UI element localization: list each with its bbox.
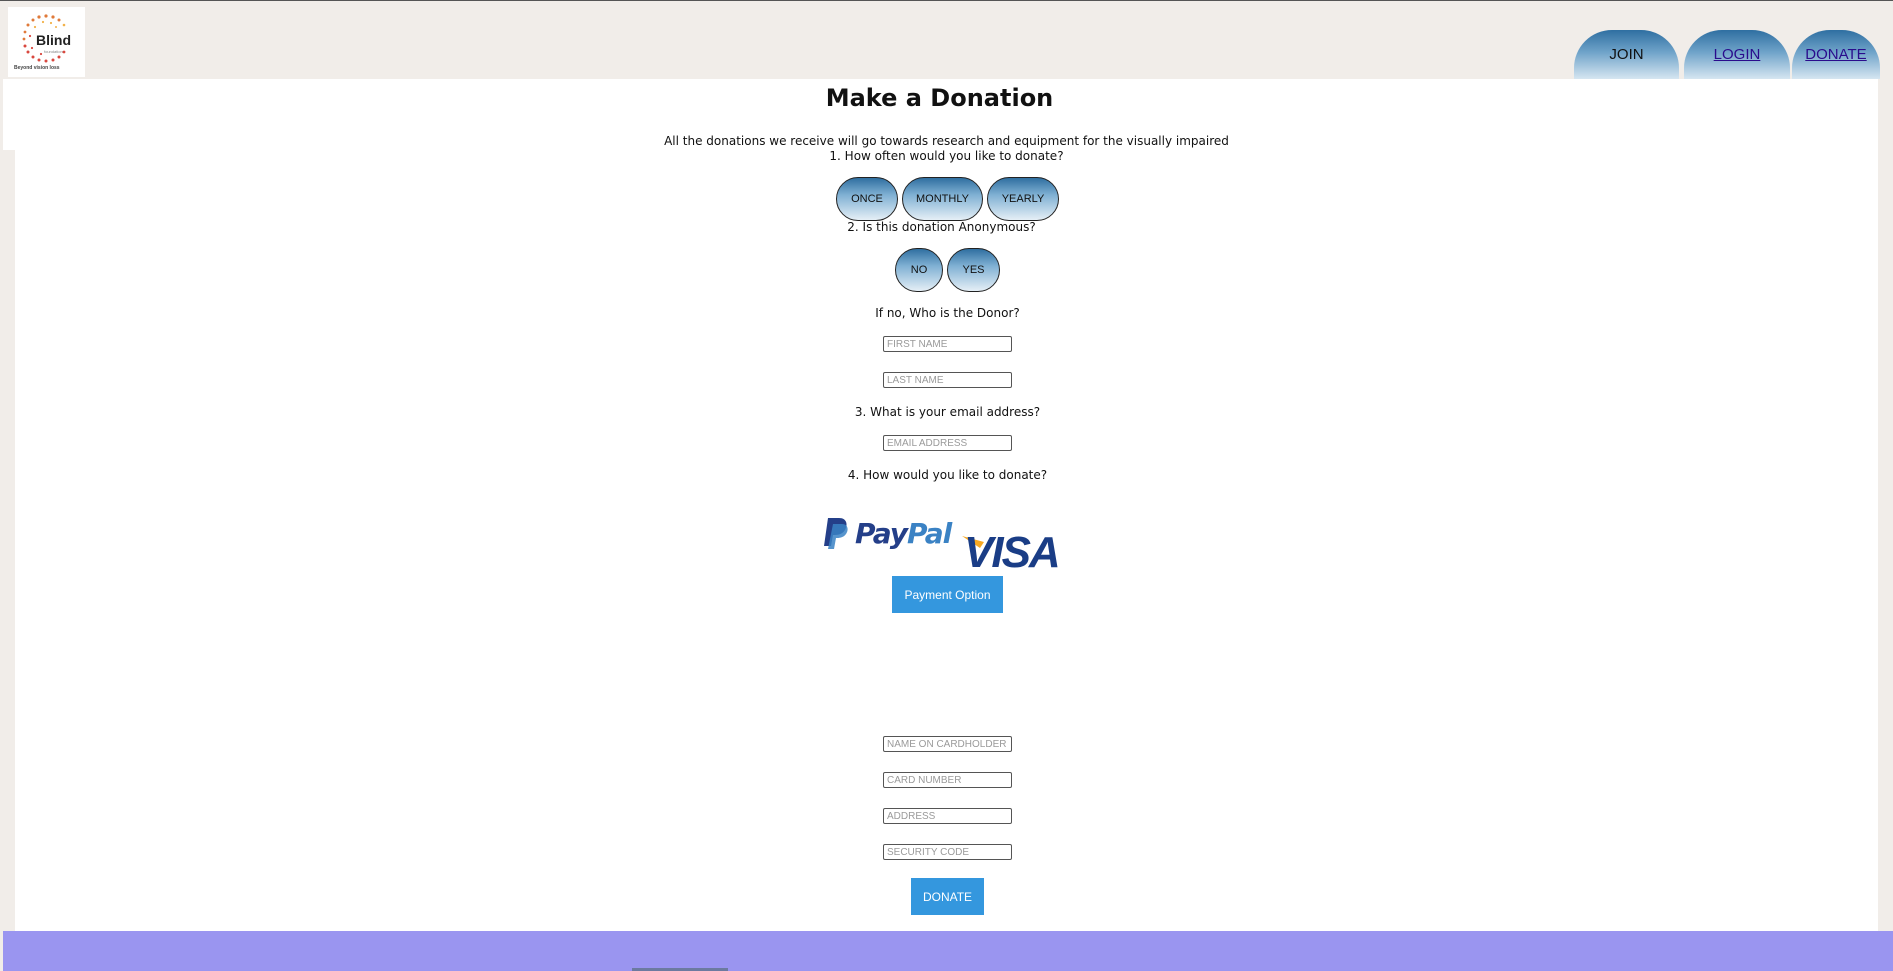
- top-border: [0, 0, 1893, 1]
- address-field[interactable]: [883, 808, 1012, 824]
- logo-tagline: Beyond vision loss: [14, 65, 60, 71]
- footer-bar: [3, 931, 1893, 971]
- paypal-pay: Pay: [855, 517, 908, 550]
- frequency-monthly-button[interactable]: MONTHLY: [902, 177, 983, 221]
- payment-logos[interactable]: PayPal VISA: [820, 512, 1075, 577]
- intro-text: All the donations we receive will go tow…: [664, 134, 1229, 148]
- security-code-field[interactable]: [883, 844, 1012, 860]
- nav-tab-login[interactable]: LOGIN: [1684, 30, 1790, 79]
- blind-foundation-logo[interactable]: Blind foundation Beyond vision loss: [8, 7, 85, 77]
- donate-submit-button[interactable]: DONATE: [911, 878, 984, 915]
- frequency-yearly-button[interactable]: YEARLY: [987, 177, 1059, 221]
- paypal-logo-text: PayPal: [855, 517, 952, 550]
- anonymous-yes-button[interactable]: YES: [947, 248, 1000, 292]
- nav-tab-donate[interactable]: DONATE: [1792, 30, 1880, 79]
- anonymous-no-button[interactable]: NO: [895, 248, 943, 292]
- last-name-field[interactable]: [883, 372, 1012, 388]
- nav-tab-join[interactable]: JOIN: [1574, 30, 1679, 79]
- logo-small-text: foundation: [44, 49, 63, 54]
- first-name-field[interactable]: [883, 336, 1012, 352]
- page-title: Make a Donation: [825, 84, 1054, 112]
- question-anonymous: 2. Is this donation Anonymous?: [847, 220, 1036, 234]
- payment-option-button[interactable]: Payment Option: [892, 576, 1003, 613]
- question-payment: 4. How would you like to donate?: [847, 468, 1048, 482]
- card-number-field[interactable]: [883, 772, 1012, 788]
- question-email: 3. What is your email address?: [854, 405, 1041, 419]
- email-field[interactable]: [883, 435, 1012, 451]
- donor-prompt: If no, Who is the Donor?: [875, 306, 1020, 320]
- frequency-once-button[interactable]: ONCE: [836, 177, 898, 221]
- visa-logo-text: VISA: [964, 528, 1061, 577]
- question-frequency: 1. How often would you like to donate?: [829, 149, 1064, 163]
- logo-name: Blind: [36, 32, 71, 48]
- cardholder-name-field[interactable]: [883, 736, 1012, 752]
- paypal-icon: [824, 518, 848, 549]
- paypal-pal: Pal: [907, 517, 952, 550]
